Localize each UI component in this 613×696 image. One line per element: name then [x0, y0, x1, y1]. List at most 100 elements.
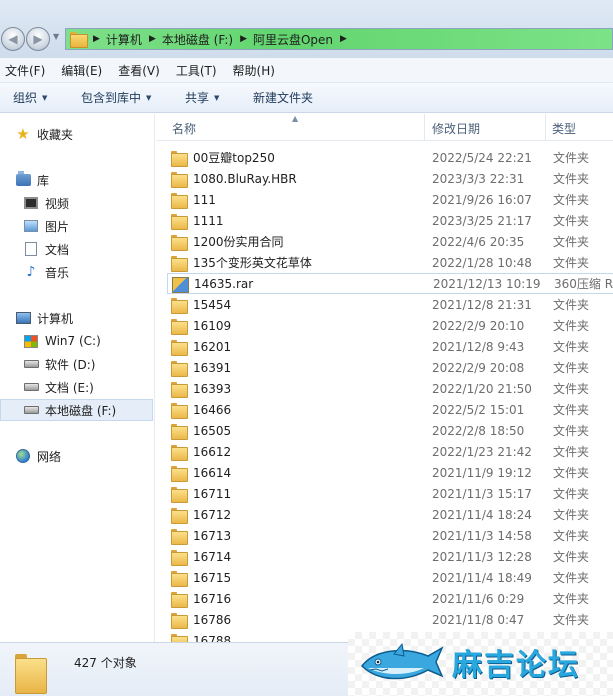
file-modified-date: 2021/11/8 0:47	[432, 612, 525, 627]
share-label: 共享	[185, 91, 210, 105]
address-box[interactable]: ▶ 计算机 ▶ 本地磁盘 (F:) ▶ 阿里云盘Open ▶	[65, 28, 613, 50]
sidebar-item-computer[interactable]: 计算机	[0, 307, 153, 329]
column-divider[interactable]	[424, 114, 425, 141]
folder-icon	[171, 150, 188, 167]
watermark-logo: 麻吉论坛	[348, 632, 613, 696]
file-name: 16711	[193, 486, 232, 501]
table-row[interactable]: 16786 2021/11/8 0:47 文件夹	[167, 609, 613, 630]
table-row[interactable]: 16712 2021/11/4 18:24 文件夹	[167, 504, 613, 525]
file-type: 文件夹	[553, 403, 590, 417]
file-modified-date: 2022/4/6 20:35	[432, 234, 525, 249]
sidebar-item-libraries[interactable]: 库	[0, 169, 153, 191]
folder-icon	[171, 507, 188, 524]
file-type: 文件夹	[553, 445, 590, 459]
sidebar-item-drive-c[interactable]: Win7 (C:)	[0, 330, 153, 352]
computer-icon	[15, 310, 31, 326]
sidebar-item-network[interactable]: 网络	[0, 445, 153, 467]
table-row[interactable]: 16201 2021/12/8 9:43 文件夹	[167, 336, 613, 357]
drive-icon	[23, 402, 39, 418]
table-row[interactable]: 16614 2021/11/9 19:12 文件夹	[167, 462, 613, 483]
table-row[interactable]: 111 2021/9/26 16:07 文件夹	[167, 189, 613, 210]
breadcrumb-separator-icon[interactable]: ▶	[340, 34, 347, 44]
chevron-down-icon: ▼	[146, 93, 152, 102]
table-row[interactable]: 16711 2021/11/3 15:17 文件夹	[167, 483, 613, 504]
watermark-text: 麻吉论坛	[452, 648, 580, 683]
organize-label: 组织	[13, 91, 38, 105]
folder-icon	[171, 570, 188, 587]
folder-icon	[171, 213, 188, 230]
folder-icon	[171, 360, 188, 377]
column-header-name[interactable]: 名称	[172, 120, 196, 137]
sidebar-item-drive-f[interactable]: 本地磁盘 (F:)	[0, 399, 153, 421]
recent-pages-dropdown[interactable]: ▼	[53, 32, 63, 44]
new-folder-button[interactable]: 新建文件夹	[253, 89, 313, 106]
breadcrumb-current-folder[interactable]: 阿里云盘Open	[253, 31, 333, 48]
sidebar-item-label: Win7 (C:)	[45, 334, 101, 348]
table-row[interactable]: 16713 2021/11/3 14:58 文件夹	[167, 525, 613, 546]
column-header-type[interactable]: 类型	[552, 120, 576, 137]
file-modified-date: 2023/3/3 22:31	[432, 171, 525, 186]
column-header-modified[interactable]: 修改日期	[432, 120, 480, 137]
breadcrumb-computer[interactable]: 计算机	[106, 31, 142, 48]
file-name: 16716	[193, 591, 232, 606]
folder-icon	[171, 444, 188, 461]
file-name: 16786	[193, 612, 232, 627]
sidebar-item-pictures[interactable]: 图片	[0, 215, 153, 237]
table-row[interactable]: 135个变形英文花草体 2022/1/28 10:48 文件夹	[167, 252, 613, 273]
address-bar-region: ◀ ▶ ▼ ▶ 计算机 ▶ 本地磁盘 (F:) ▶ 阿里云盘Open ▶	[0, 0, 613, 58]
table-row[interactable]: 16715 2021/11/4 18:49 文件夹	[167, 567, 613, 588]
table-row[interactable]: 16505 2022/2/8 18:50 文件夹	[167, 420, 613, 441]
file-name: 16715	[193, 570, 232, 585]
table-row[interactable]: 16716 2021/11/6 0:29 文件夹	[167, 588, 613, 609]
file-modified-date: 2022/2/8 18:50	[432, 423, 525, 438]
column-divider[interactable]	[545, 114, 546, 141]
file-name: 16391	[193, 360, 232, 375]
table-row[interactable]: 15454 2021/12/8 21:31 文件夹	[167, 294, 613, 315]
folder-icon	[171, 171, 188, 188]
menu-tools[interactable]: 工具(T)	[176, 62, 217, 79]
breadcrumb-separator-icon[interactable]: ▶	[93, 34, 100, 44]
breadcrumb-separator-icon[interactable]: ▶	[240, 34, 247, 44]
sidebar-item-label: 计算机	[37, 311, 74, 326]
menu-file[interactable]: 文件(F)	[5, 62, 45, 79]
forward-button[interactable]: ▶	[26, 27, 50, 51]
sidebar-item-videos[interactable]: 视频	[0, 192, 153, 214]
menu-edit[interactable]: 编辑(E)	[61, 62, 102, 79]
table-row[interactable]: 16714 2021/11/3 12:28 文件夹	[167, 546, 613, 567]
organize-button[interactable]: 组织 ▼	[13, 89, 81, 106]
file-name: 16505	[193, 423, 232, 438]
back-button[interactable]: ◀	[1, 27, 25, 51]
table-row[interactable]: 1080.BluRay.HBR 2023/3/3 22:31 文件夹	[167, 168, 613, 189]
table-row[interactable]: 14635.rar 2021/12/13 10:19 360压缩 RA	[167, 273, 613, 294]
menu-view[interactable]: 查看(V)	[118, 62, 160, 79]
menu-help[interactable]: 帮助(H)	[233, 62, 275, 79]
windows-drive-icon	[23, 333, 39, 349]
sidebar-item-drive-e[interactable]: 文档 (E:)	[0, 376, 153, 398]
sidebar-item-music[interactable]: ♪ 音乐	[0, 261, 153, 283]
sidebar-item-drive-d[interactable]: 软件 (D:)	[0, 353, 153, 375]
file-type: 文件夹	[553, 298, 590, 312]
file-modified-date: 2021/11/3 12:28	[432, 549, 532, 564]
sidebar-item-favorites[interactable]: ★ 收藏夹	[0, 123, 153, 145]
table-row[interactable]: 1200份实用合同 2022/4/6 20:35 文件夹	[167, 231, 613, 252]
file-modified-date: 2021/11/4 18:49	[432, 570, 532, 585]
table-row[interactable]: 16391 2022/2/9 20:08 文件夹	[167, 357, 613, 378]
table-row[interactable]: 16466 2022/5/2 15:01 文件夹	[167, 399, 613, 420]
table-row[interactable]: 16612 2022/1/23 21:42 文件夹	[167, 441, 613, 462]
share-button[interactable]: 共享 ▼	[185, 89, 253, 106]
sidebar-item-documents[interactable]: 文档	[0, 238, 153, 260]
breadcrumb-drive-f[interactable]: 本地磁盘 (F:)	[162, 31, 233, 48]
file-modified-date: 2022/5/24 22:21	[432, 150, 532, 165]
file-type: 文件夹	[553, 256, 590, 270]
table-row[interactable]: 16109 2022/2/9 20:10 文件夹	[167, 315, 613, 336]
breadcrumb-separator-icon[interactable]: ▶	[149, 34, 156, 44]
folder-icon	[171, 633, 188, 642]
back-arrow-icon: ◀	[8, 32, 18, 46]
file-type: 文件夹	[553, 319, 590, 333]
include-in-library-button[interactable]: 包含到库中 ▼	[81, 89, 185, 106]
table-row[interactable]: 16393 2022/1/20 21:50 文件夹	[167, 378, 613, 399]
file-name: 00豆瓣top250	[193, 151, 275, 165]
table-row[interactable]: 1111 2023/3/25 21:17 文件夹	[167, 210, 613, 231]
sidebar-item-label: 本地磁盘 (F:)	[45, 403, 117, 418]
table-row[interactable]: 00豆瓣top250 2022/5/24 22:21 文件夹	[167, 147, 613, 168]
